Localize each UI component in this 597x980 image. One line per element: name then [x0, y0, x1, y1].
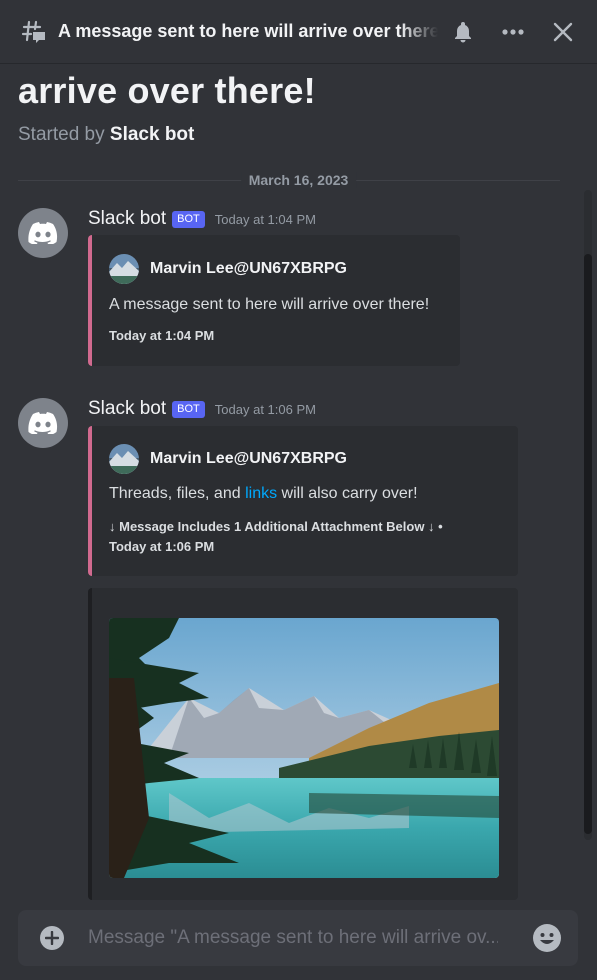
message-item: Slack bot BOT Today at 1:06 PM Marvin Le…	[0, 398, 597, 900]
message-author[interactable]: Slack bot	[88, 208, 166, 230]
more-options-icon[interactable]	[497, 16, 529, 48]
thread-header-title: A message sent to here will arrive over …	[58, 21, 438, 41]
message-timestamp[interactable]: Today at 1:04 PM	[215, 212, 316, 227]
embed-author-avatar	[109, 444, 139, 474]
bot-tag: BOT	[172, 400, 205, 418]
embed-footer: Today at 1:04 PM	[109, 328, 215, 343]
message-header: Slack bot BOT Today at 1:04 PM	[88, 208, 316, 230]
lake-mountain-photo[interactable]	[109, 618, 499, 878]
discord-logo-icon	[28, 412, 58, 434]
bot-tag: BOT	[172, 210, 205, 228]
started-by-prefix: Started by	[18, 124, 105, 145]
embed-description: Threads, files, and links will also carr…	[109, 485, 418, 503]
embed-description-text: Threads, files, and	[109, 485, 246, 502]
embed-footer: ↓ Message Includes 1 Additional Attachme…	[109, 517, 443, 557]
message-timestamp[interactable]: Today at 1:06 PM	[215, 402, 316, 417]
embed-link[interactable]: links	[245, 485, 277, 502]
started-by-line: Started by Slack bot	[18, 124, 194, 146]
message-header: Slack bot BOT Today at 1:06 PM	[88, 398, 316, 420]
embed-footer-timestamp: Today at 1:06 PM	[109, 539, 215, 554]
embed-author: Marvin Lee@UN67XBRPG	[109, 254, 347, 284]
message-embed: Marvin Lee@UN67XBRPG A message sent to h…	[88, 235, 460, 366]
embed-author-avatar	[109, 254, 139, 284]
embed-author: Marvin Lee@UN67XBRPG	[109, 444, 347, 474]
image-attachment-embed	[88, 588, 518, 900]
add-attachment-icon[interactable]	[40, 926, 64, 950]
embed-description: A message sent to here will arrive over …	[109, 296, 430, 313]
bell-icon[interactable]	[447, 16, 479, 48]
message-embed: Marvin Lee@UN67XBRPG Threads, files, and…	[88, 426, 518, 576]
discord-avatar[interactable]	[18, 208, 68, 258]
embed-footer-attachment-note: ↓ Message Includes 1 Additional Attachme…	[109, 519, 443, 534]
message-input[interactable]	[88, 924, 498, 952]
thread-title: arrive over there!	[18, 70, 316, 111]
message-composer	[18, 910, 578, 966]
thread-scroller[interactable]: arrive over there! Started by Slack bot …	[0, 64, 597, 900]
date-divider-label: March 16, 2023	[240, 172, 357, 188]
discord-logo-icon	[28, 222, 58, 244]
message-author[interactable]: Slack bot	[88, 398, 166, 420]
scrollbar-thumb[interactable]	[584, 254, 592, 834]
thread-icon	[20, 18, 48, 46]
embed-author-name[interactable]: Marvin Lee@UN67XBRPG	[150, 260, 347, 278]
started-by-name[interactable]: Slack bot	[110, 124, 194, 145]
discord-avatar[interactable]	[18, 398, 68, 448]
emoji-icon[interactable]	[533, 924, 561, 952]
message-item: Slack bot BOT Today at 1:04 PM Marvin Le…	[0, 208, 597, 378]
embed-description-text: will also carry over!	[277, 485, 418, 502]
embed-author-name[interactable]: Marvin Lee@UN67XBRPG	[150, 450, 347, 468]
close-icon[interactable]	[547, 16, 579, 48]
